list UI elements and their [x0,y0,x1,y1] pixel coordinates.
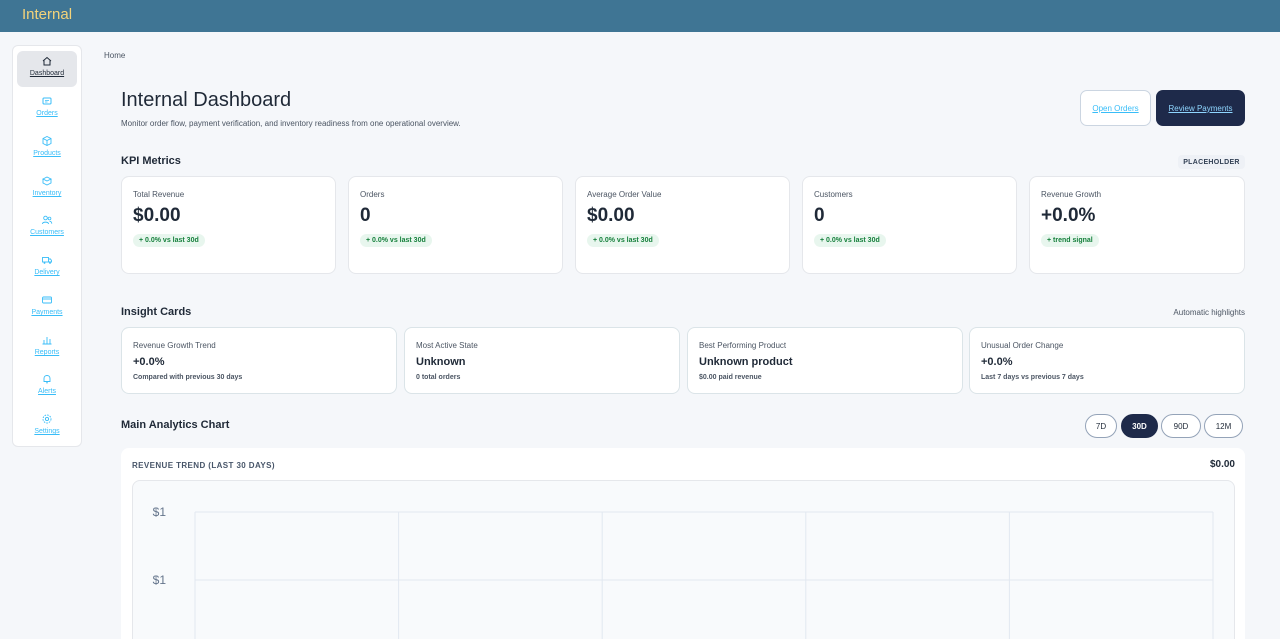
insight-label: Best Performing Product [699,341,787,350]
gear-icon [42,414,52,424]
sidebar-item-orders[interactable]: Orders [17,91,77,127]
chart-plot-area: $1 $1 [132,480,1235,639]
kpi-label: Customers [814,190,853,199]
insight-card-best-performing-product: Best Performing Product Unknown product … [687,327,963,394]
insight-card-unusual-order-change: Unusual Order Change +0.0% Last 7 days v… [969,327,1245,394]
brand-logo[interactable]: Internal [22,6,72,23]
chart-y-tick-label: $1 [153,573,167,587]
page-title: Internal Dashboard [121,89,292,111]
chart-y-tick-label: $1 [153,505,167,519]
bar-chart-icon [42,337,52,345]
kpi-value: +0.0% [1041,205,1096,226]
sidebar-item-label: Settings [34,428,60,435]
page-subtitle: Monitor order flow, payment verification… [121,119,461,128]
range-12m-button[interactable]: 12M [1204,414,1243,438]
card-icon [42,296,52,304]
orders-icon [42,97,52,105]
chart-total-value: $0.00 [1209,459,1235,470]
kpi-card-average-order-value: Average Order Value $0.00 + 0.0% vs last… [575,176,790,274]
kpi-card-customers: Customers 0 + 0.0% vs last 30d [802,176,1017,274]
kpi-label: Orders [360,190,385,199]
insight-detail: Compared with previous 30 days [133,374,243,381]
insight-value: Unknown product [699,356,793,368]
bell-icon [43,375,51,384]
users-icon [42,215,53,225]
sidebar-item-label: Products [33,150,61,157]
chart-title: REVENUE TREND (LAST 30 DAYS) [132,461,275,470]
sidebar-item-products[interactable]: Products [17,131,77,167]
insight-card-most-active-state: Most Active State Unknown 0 total orders [404,327,680,394]
kpi-value: 0 [814,205,825,226]
box-icon [42,135,52,147]
insight-detail: $0.00 paid revenue [699,374,762,381]
range-7d-button[interactable]: 7D [1085,414,1117,438]
kpi-card-orders: Orders 0 + 0.0% vs last 30d [348,176,563,274]
sidebar-item-label: Payments [31,309,63,316]
home-icon [42,56,52,66]
sidebar-item-label: Customers [30,229,64,236]
automatic-highlights-note: Automatic highlights [1173,308,1245,317]
kpi-value: 0 [360,205,371,226]
sidebar-item-dashboard[interactable]: Dashboard [17,51,77,87]
kpi-change-badge: + 0.0% vs last 30d [360,234,432,247]
open-orders-button[interactable]: Open Orders [1080,90,1151,126]
sidebar-item-payments[interactable]: Payments [17,290,77,326]
sidebar-item-label: Alerts [38,388,56,395]
sidebar-item-alerts[interactable]: Alerts [17,369,77,405]
kpi-card-total-revenue: Total Revenue $0.00 + 0.0% vs last 30d [121,176,336,274]
insight-detail: Last 7 days vs previous 7 days [981,374,1084,381]
insight-label: Unusual Order Change [981,341,1064,350]
sidebar-item-label: Orders [36,110,58,117]
insights-section-title: Insight Cards [121,306,192,318]
revenue-trend-chart: $1 $1 [153,505,1214,639]
sidebar-item-delivery[interactable]: Delivery [17,250,77,286]
kpi-change-badge: + 0.0% vs last 30d [814,234,886,247]
insight-label: Most Active State [416,341,478,350]
insight-value: Unknown [416,356,466,368]
kpi-label: Average Order Value [587,190,662,199]
kpi-change-badge: + 0.0% vs last 30d [133,234,205,247]
kpi-section-title: KPI Metrics [121,155,181,167]
kpi-card-revenue-growth: Revenue Growth +0.0% + trend signal [1029,176,1245,274]
kpi-value: $0.00 [133,205,181,226]
placeholder-badge: PLACEHOLDER [1178,155,1245,169]
sidebar-item-reports[interactable]: Reports [17,330,77,366]
insight-value: +0.0% [133,356,165,368]
sidebar-item-settings[interactable]: Settings [17,409,77,445]
sidebar-item-label: Delivery [34,269,60,276]
sidebar-item-label: Reports [34,349,60,356]
sidebar-item-label: Inventory [32,190,62,197]
insight-card-revenue-growth-trend: Revenue Growth Trend +0.0% Compared with… [121,327,397,394]
insight-label: Revenue Growth Trend [133,341,216,350]
top-bar: Internal [0,0,1280,32]
sidebar-item-label: Dashboard [29,70,65,77]
sidebar: Dashboard Orders Products Inventory Cust… [12,45,82,447]
range-90d-button[interactable]: 90D [1161,414,1201,438]
sidebar-item-inventory[interactable]: Inventory [17,171,77,207]
sidebar-item-customers[interactable]: Customers [17,210,77,246]
kpi-change-badge: + trend signal [1041,234,1099,247]
review-payments-button[interactable]: Review Payments [1156,90,1245,126]
kpi-label: Revenue Growth [1041,190,1102,199]
insight-detail: 0 total orders [416,374,461,381]
kpi-value: $0.00 [587,205,635,226]
kpi-label: Total Revenue [133,190,185,199]
analytics-section-title: Main Analytics Chart [121,419,230,431]
breadcrumb[interactable]: Home [104,51,125,60]
revenue-trend-chart-card: REVENUE TREND (LAST 30 DAYS) $0.00 $1 $1 [121,448,1245,639]
range-30d-button[interactable]: 30D [1121,414,1158,438]
inventory-icon [41,176,53,186]
kpi-change-badge: + 0.0% vs last 30d [587,234,659,247]
insight-value: +0.0% [981,356,1013,368]
truck-icon [42,257,52,264]
